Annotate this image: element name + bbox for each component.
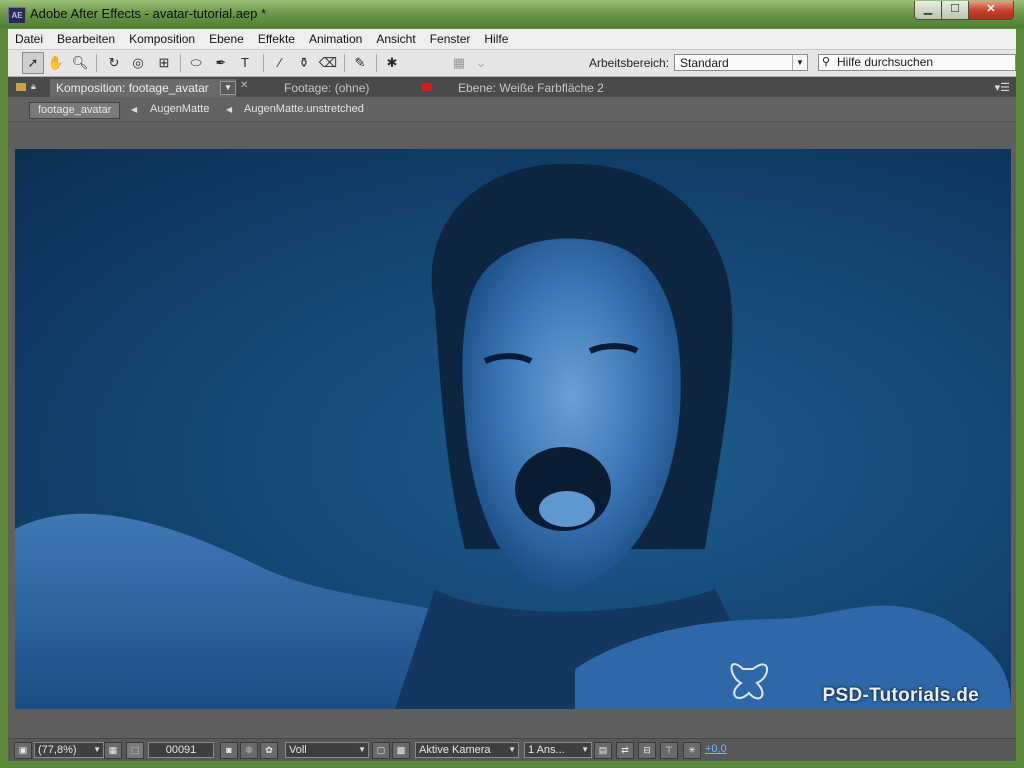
eraser-tool-icon[interactable]: ⌫ [318,53,338,73]
snapshot-camera-icon[interactable]: ◙ [220,742,238,759]
help-search-placeholder: Hilfe durchsuchen [837,55,934,69]
camera-view-value: Aktive Kamera [419,744,491,756]
help-search-input[interactable]: ⚲ Hilfe durchsuchen [818,54,1016,71]
chevron-down-icon: ▼ [508,745,516,754]
channel-rgb-icon[interactable]: ✿ [260,742,278,759]
resolution-select[interactable]: Voll ▼ [285,742,369,758]
magnification-select[interactable]: (77,8%) ▼ [34,742,104,758]
transparency-grid-icon[interactable]: ▩ [392,742,410,759]
after-effects-app-icon[interactable]: AE [8,7,26,24]
panel-tab-bar: 🔒︎ Komposition: footage_avatar ▼ ✕ Foota… [8,77,1016,97]
search-icon: ⚲ [822,56,831,68]
toolbar-divider [180,54,181,72]
maximize-button[interactable]: ☐ [941,1,969,20]
composition-dropdown-icon[interactable]: ▼ [220,81,236,95]
pixel-aspect-icon[interactable]: ▤ [594,742,612,759]
show-snapshot-icon[interactable]: ⚉ [240,742,258,759]
toolbar-divider [263,54,264,72]
mask-visibility-icon[interactable]: ⬚ [126,742,144,759]
rotate-tool-icon[interactable]: ↻ [104,53,124,73]
orbit-camera-tool-icon[interactable]: ◎ [128,53,148,73]
workspace-select[interactable]: Standard ▼ [674,54,808,71]
fast-preview-icon[interactable]: ⇄ [616,742,634,759]
safe-margins-icon[interactable]: ▦ [104,742,122,759]
panel-menu-icon[interactable]: ▾☰ [995,81,1010,94]
menu-hilfe[interactable]: Hilfe [477,29,515,49]
tab-composition-label: Komposition: footage_avatar [56,81,209,95]
breadcrumb-footage-avatar[interactable]: footage_avatar [29,102,121,119]
menu-bearbeiten[interactable]: Bearbeiten [50,29,122,49]
chevron-down-icon: ▼ [792,55,807,70]
current-time-field[interactable]: 00091 [148,742,214,758]
tools-panel: ➚ ✋ 🔍︎ ↻ ◎ ⊞ ⬭ ✒ T ⁄ ⚱ ⌫ ✎ ✱ ▦ ⌄ Arbeits… [8,50,1016,77]
lock-icon[interactable]: 🔒︎ [31,81,40,92]
tab-layer[interactable]: Ebene: Weiße Farbfläche 2 [458,79,604,97]
hand-tool-icon[interactable]: ✋ [46,53,66,73]
menu-datei[interactable]: Datei [8,29,50,49]
chevron-down-icon: ▼ [358,745,366,754]
breadcrumb-augenmatte[interactable]: AugenMatte [150,102,209,117]
exposure-value[interactable]: +0,0 [705,743,727,755]
puppet-pin-tool-icon[interactable]: ✱ [382,53,402,73]
chevron-down-icon: ▼ [93,745,101,754]
menu-fenster[interactable]: Fenster [423,29,478,49]
flowchart-icon[interactable]: ⊤ [660,742,678,759]
reset-exposure-icon[interactable]: ✳ [683,742,701,759]
close-button[interactable]: ✕ [968,1,1014,20]
tab-composition[interactable]: Komposition: footage_avatar [50,79,236,97]
after-effects-window: AE Adobe After Effects - avatar-tutorial… [0,0,1024,768]
composition-panel: 🔒︎ Komposition: footage_avatar ▼ ✕ Foota… [8,77,1016,761]
axis-mode-icon[interactable]: ▦ [449,53,469,73]
minimize-button[interactable]: ▁ [914,1,942,20]
region-of-interest-icon[interactable]: ▢ [372,742,390,759]
composition-breadcrumb: footage_avatar ◀ AugenMatte ◀ AugenMatte… [8,97,1016,122]
menu-bar: Datei Bearbeiten Komposition Ebene Effekte An… [8,29,1016,50]
clone-stamp-tool-icon[interactable]: ⚱ [294,53,314,73]
panel-gripper-icon[interactable] [16,83,26,91]
magnification-value: (77,8%) [38,744,77,756]
tongue-shape [539,491,595,527]
workspace-value: Standard [680,56,729,70]
brush-tool-icon[interactable]: ⁄ [270,53,290,73]
camera-view-select[interactable]: Aktive Kamera ▼ [415,742,519,758]
view-layout-value: 1 Ans... [528,744,565,756]
menu-ansicht[interactable]: Ansicht [369,29,422,49]
text-tool-icon[interactable]: T [235,53,255,73]
timeline-icon[interactable]: ⊟ [638,742,656,759]
pen-tool-icon[interactable]: ✒ [211,53,231,73]
toolbar-divider [96,54,97,72]
layer-color-swatch [422,83,432,91]
chevron-down-icon: ▼ [581,745,589,754]
breadcrumb-arrow-icon: ◀ [226,105,233,114]
breadcrumb-augenmatte-unstretched[interactable]: AugenMatte.unstretched [244,102,364,117]
track-xy-tool-icon[interactable]: ⊞ [154,53,174,73]
menu-komposition[interactable]: Komposition [122,29,202,49]
menu-animation[interactable]: Animation [302,29,369,49]
workspace-label: Arbeitsbereich: [589,56,670,70]
zoom-tool-icon[interactable]: 🔍︎ [70,53,90,73]
view-layout-select[interactable]: 1 Ans... ▼ [524,742,592,758]
close-tab-icon[interactable]: ✕ [240,80,248,91]
always-preview-icon[interactable]: ▣ [14,742,32,759]
menu-effekte[interactable]: Effekte [251,29,302,49]
toolbar-divider [344,54,345,72]
selection-tool-icon[interactable]: ➚ [22,52,44,74]
viewer-control-bar: ▣ (77,8%) ▼ ▦ ⬚ 00091 ◙ ⚉ ✿ Voll ▼ ▢ ▩ A… [8,738,1016,761]
menu-ebene[interactable]: Ebene [202,29,251,49]
psd-tutorials-watermark: PSD-Tutorials.de [822,685,979,706]
footage-frame [15,163,1011,709]
toolbar-divider [376,54,377,72]
composition-viewer[interactable]: PSD-Tutorials.de [15,149,1011,709]
tab-footage[interactable]: Footage: (ohne) [284,79,369,97]
breadcrumb-arrow-icon: ◀ [131,105,138,114]
title-bar: AE Adobe After Effects - avatar-tutorial… [0,0,1024,28]
axis-mode-world-icon[interactable]: ⌄ [471,53,491,73]
window-title: Adobe After Effects - avatar-tutorial.ae… [30,6,267,21]
roto-brush-tool-icon[interactable]: ✎ [350,53,370,73]
ellipse-tool-icon[interactable]: ⬭ [186,53,206,73]
resolution-value: Voll [289,744,307,756]
